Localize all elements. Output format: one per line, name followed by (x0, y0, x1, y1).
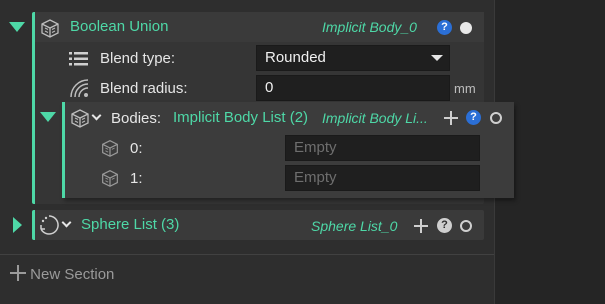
bodies-collapse-arrow-icon[interactable] (40, 112, 56, 122)
bodies-list-name[interactable]: Implicit Body Li... (322, 110, 428, 126)
blend-type-label: Blend type: (100, 50, 176, 67)
status-dot-icon[interactable] (460, 22, 472, 34)
help-icon[interactable]: ? (437, 218, 452, 233)
boolean-union-title[interactable]: Boolean Union (70, 18, 168, 35)
sphere-icon (40, 215, 59, 235)
radius-icon (70, 79, 89, 98)
add-icon[interactable] (414, 219, 428, 233)
blend-type-select[interactable]: Rounded (256, 45, 450, 71)
boolean-union-instance-name[interactable]: Implicit Body_0 (322, 19, 417, 35)
help-icon[interactable]: ? (466, 110, 481, 125)
bodies-label: Bodies: (111, 110, 162, 127)
add-icon[interactable] (444, 111, 458, 125)
new-section-label: New Section (30, 266, 115, 283)
divider (0, 254, 494, 255)
collapse-arrow-icon[interactable] (9, 22, 25, 32)
body-item-icon (102, 140, 118, 157)
status-ring-icon[interactable] (490, 112, 502, 124)
bodies-list-title[interactable]: Implicit Body List (2) (173, 109, 308, 126)
body-item-slot[interactable]: Empty (285, 135, 480, 161)
body-item-slot[interactable]: Empty (285, 165, 480, 191)
new-section-button[interactable]: New Section (10, 265, 114, 283)
status-ring-icon[interactable] (460, 220, 472, 232)
body-item-icon (102, 170, 118, 187)
blend-radius-input[interactable]: 0 (256, 75, 450, 101)
blend-radius-unit: mm (454, 81, 476, 96)
sphere-list-instance-name[interactable]: Sphere List_0 (311, 218, 397, 234)
chevron-down-icon[interactable] (431, 55, 443, 61)
body-list-icon (71, 109, 89, 128)
help-icon[interactable]: ? (437, 20, 452, 35)
plus-icon (10, 265, 26, 281)
blend-type-value: Rounded (265, 49, 326, 66)
blend-radius-label: Blend radius: (100, 80, 188, 97)
body-item-index: 0: (130, 140, 143, 157)
body-item-index: 1: (130, 170, 143, 187)
sphere-list-title[interactable]: Sphere List (3) (81, 216, 179, 233)
expand-arrow-icon[interactable] (13, 217, 22, 233)
list-icon (69, 52, 88, 66)
boolean-union-icon (41, 19, 59, 38)
